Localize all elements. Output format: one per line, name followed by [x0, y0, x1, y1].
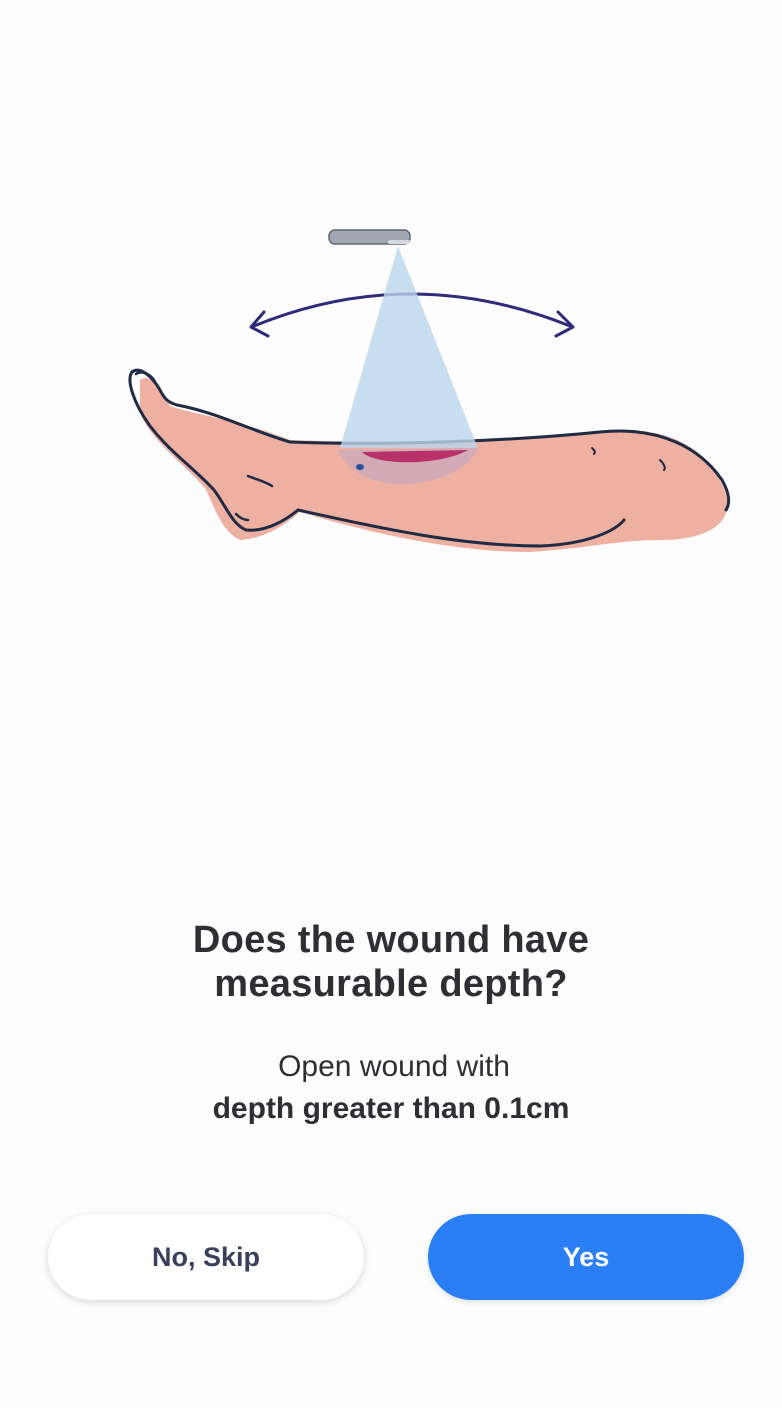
question-title: Does the wound have measurable depth? — [0, 918, 782, 1006]
question-title-line2: measurable depth? — [214, 963, 568, 1005]
yes-button[interactable]: Yes — [428, 1214, 744, 1300]
skip-button[interactable]: No, Skip — [48, 1214, 364, 1300]
description-line2: depth greater than 0.1cm — [212, 1092, 570, 1125]
scan-beam-icon — [340, 246, 478, 448]
question-description: Open wound with depth greater than 0.1cm — [0, 1046, 782, 1130]
description-line1: Open wound with — [278, 1050, 510, 1083]
question-title-line1: Does the wound have — [192, 919, 590, 961]
scanner-device-icon — [328, 229, 411, 245]
measurement-illustration — [128, 229, 731, 552]
